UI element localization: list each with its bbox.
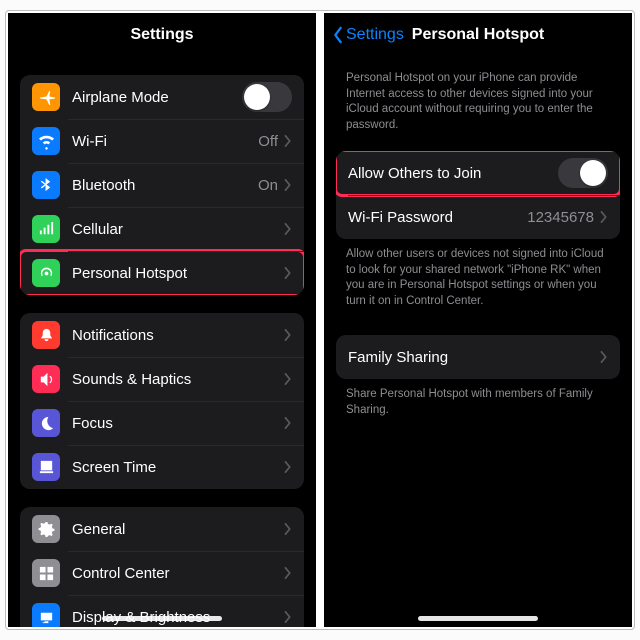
chevron-right-icon (284, 461, 292, 473)
settings-screen: Settings Airplane ModeWi-FiOffBluetoothO… (8, 13, 316, 627)
back-button[interactable]: Settings (332, 13, 404, 57)
toggle-switch[interactable] (558, 158, 608, 188)
wifi-icon (32, 127, 60, 155)
focus-icon (32, 409, 60, 437)
personal-hotspot-screen: Settings Personal Hotspot Personal Hotsp… (324, 13, 632, 627)
cellular-icon (32, 215, 60, 243)
chevron-right-icon (284, 179, 292, 191)
settings-list[interactable]: Airplane ModeWi-FiOffBluetoothOnCellular… (8, 57, 316, 627)
bluetooth-icon (32, 171, 60, 199)
row-label: Cellular (72, 221, 284, 238)
chevron-right-icon (284, 329, 292, 341)
settings-row[interactable]: Control Center (20, 551, 304, 595)
back-label: Settings (346, 26, 404, 44)
chevron-right-icon (284, 417, 292, 429)
row-label: Airplane Mode (72, 89, 242, 106)
note-family-sharing: Share Personal Hotspot with members of F… (324, 379, 632, 418)
chevron-left-icon (332, 26, 344, 44)
settings-group: Airplane ModeWi-FiOffBluetoothOnCellular… (20, 75, 304, 295)
settings-group: Family Sharing (336, 335, 620, 379)
row-label: Wi-Fi (72, 133, 258, 150)
hotspot-content[interactable]: Personal Hotspot on your iPhone can prov… (324, 57, 632, 627)
settings-row[interactable]: Airplane Mode (20, 75, 304, 119)
hotspot-icon (32, 259, 60, 287)
display-icon (32, 603, 60, 627)
chevron-right-icon (600, 211, 608, 223)
settings-row[interactable]: Screen Time (20, 445, 304, 489)
row-label: Allow Others to Join (348, 165, 558, 182)
row-label: Family Sharing (348, 349, 600, 366)
row-label: Personal Hotspot (72, 265, 284, 282)
settings-row[interactable]: BluetoothOn (20, 163, 304, 207)
settings-row[interactable]: Sounds & Haptics (20, 357, 304, 401)
settings-row[interactable]: Wi-FiOff (20, 119, 304, 163)
nav-header: Settings (8, 13, 316, 57)
chevron-right-icon (284, 135, 292, 147)
airplane-icon (32, 83, 60, 111)
general-icon (32, 515, 60, 543)
row-label: Wi-Fi Password (348, 209, 527, 226)
settings-row[interactable]: Focus (20, 401, 304, 445)
sounds-icon (32, 365, 60, 393)
row-label: Control Center (72, 565, 284, 582)
note-allow-others: Allow other users or devices not signed … (324, 239, 632, 309)
screentime-icon (32, 453, 60, 481)
toggle-switch[interactable] (242, 82, 292, 112)
settings-group: General Control Center Display & Brightnes… (20, 507, 304, 627)
home-indicator[interactable] (418, 616, 538, 621)
home-indicator[interactable] (102, 616, 222, 621)
settings-row[interactable]: Notifications (20, 313, 304, 357)
settings-row[interactable]: Family Sharing (336, 335, 620, 379)
chevron-right-icon (284, 567, 292, 579)
chevron-right-icon (284, 267, 292, 279)
row-label: Notifications (72, 327, 284, 344)
intro-text: Personal Hotspot on your iPhone can prov… (324, 57, 632, 133)
settings-row[interactable]: Allow Others to Join (336, 151, 620, 195)
notifications-icon (32, 321, 60, 349)
settings-row[interactable]: Wi-Fi Password12345678 (336, 195, 620, 239)
chevron-right-icon (284, 373, 292, 385)
chevron-right-icon (284, 611, 292, 623)
chevron-right-icon (284, 523, 292, 535)
row-label: Sounds & Haptics (72, 371, 284, 388)
row-detail: On (258, 177, 278, 194)
row-label: General (72, 521, 284, 538)
settings-group: Allow Others to Join Wi-Fi Password123456… (336, 151, 620, 239)
row-label: Bluetooth (72, 177, 258, 194)
settings-row[interactable]: Display & Brightness (20, 595, 304, 627)
settings-row[interactable]: Cellular (20, 207, 304, 251)
nav-header: Settings Personal Hotspot (324, 13, 632, 57)
row-label: Focus (72, 415, 284, 432)
page-title: Settings (130, 26, 193, 44)
page-title: Personal Hotspot (412, 26, 544, 44)
settings-row[interactable]: Personal Hotspot (20, 251, 304, 295)
settings-group: Notifications Sounds & Haptics Focus Screen… (20, 313, 304, 489)
row-label: Screen Time (72, 459, 284, 476)
controlcenter-icon (32, 559, 60, 587)
row-detail: 12345678 (527, 209, 594, 226)
settings-row[interactable]: General (20, 507, 304, 551)
chevron-right-icon (600, 351, 608, 363)
chevron-right-icon (284, 223, 292, 235)
row-detail: Off (258, 133, 278, 150)
